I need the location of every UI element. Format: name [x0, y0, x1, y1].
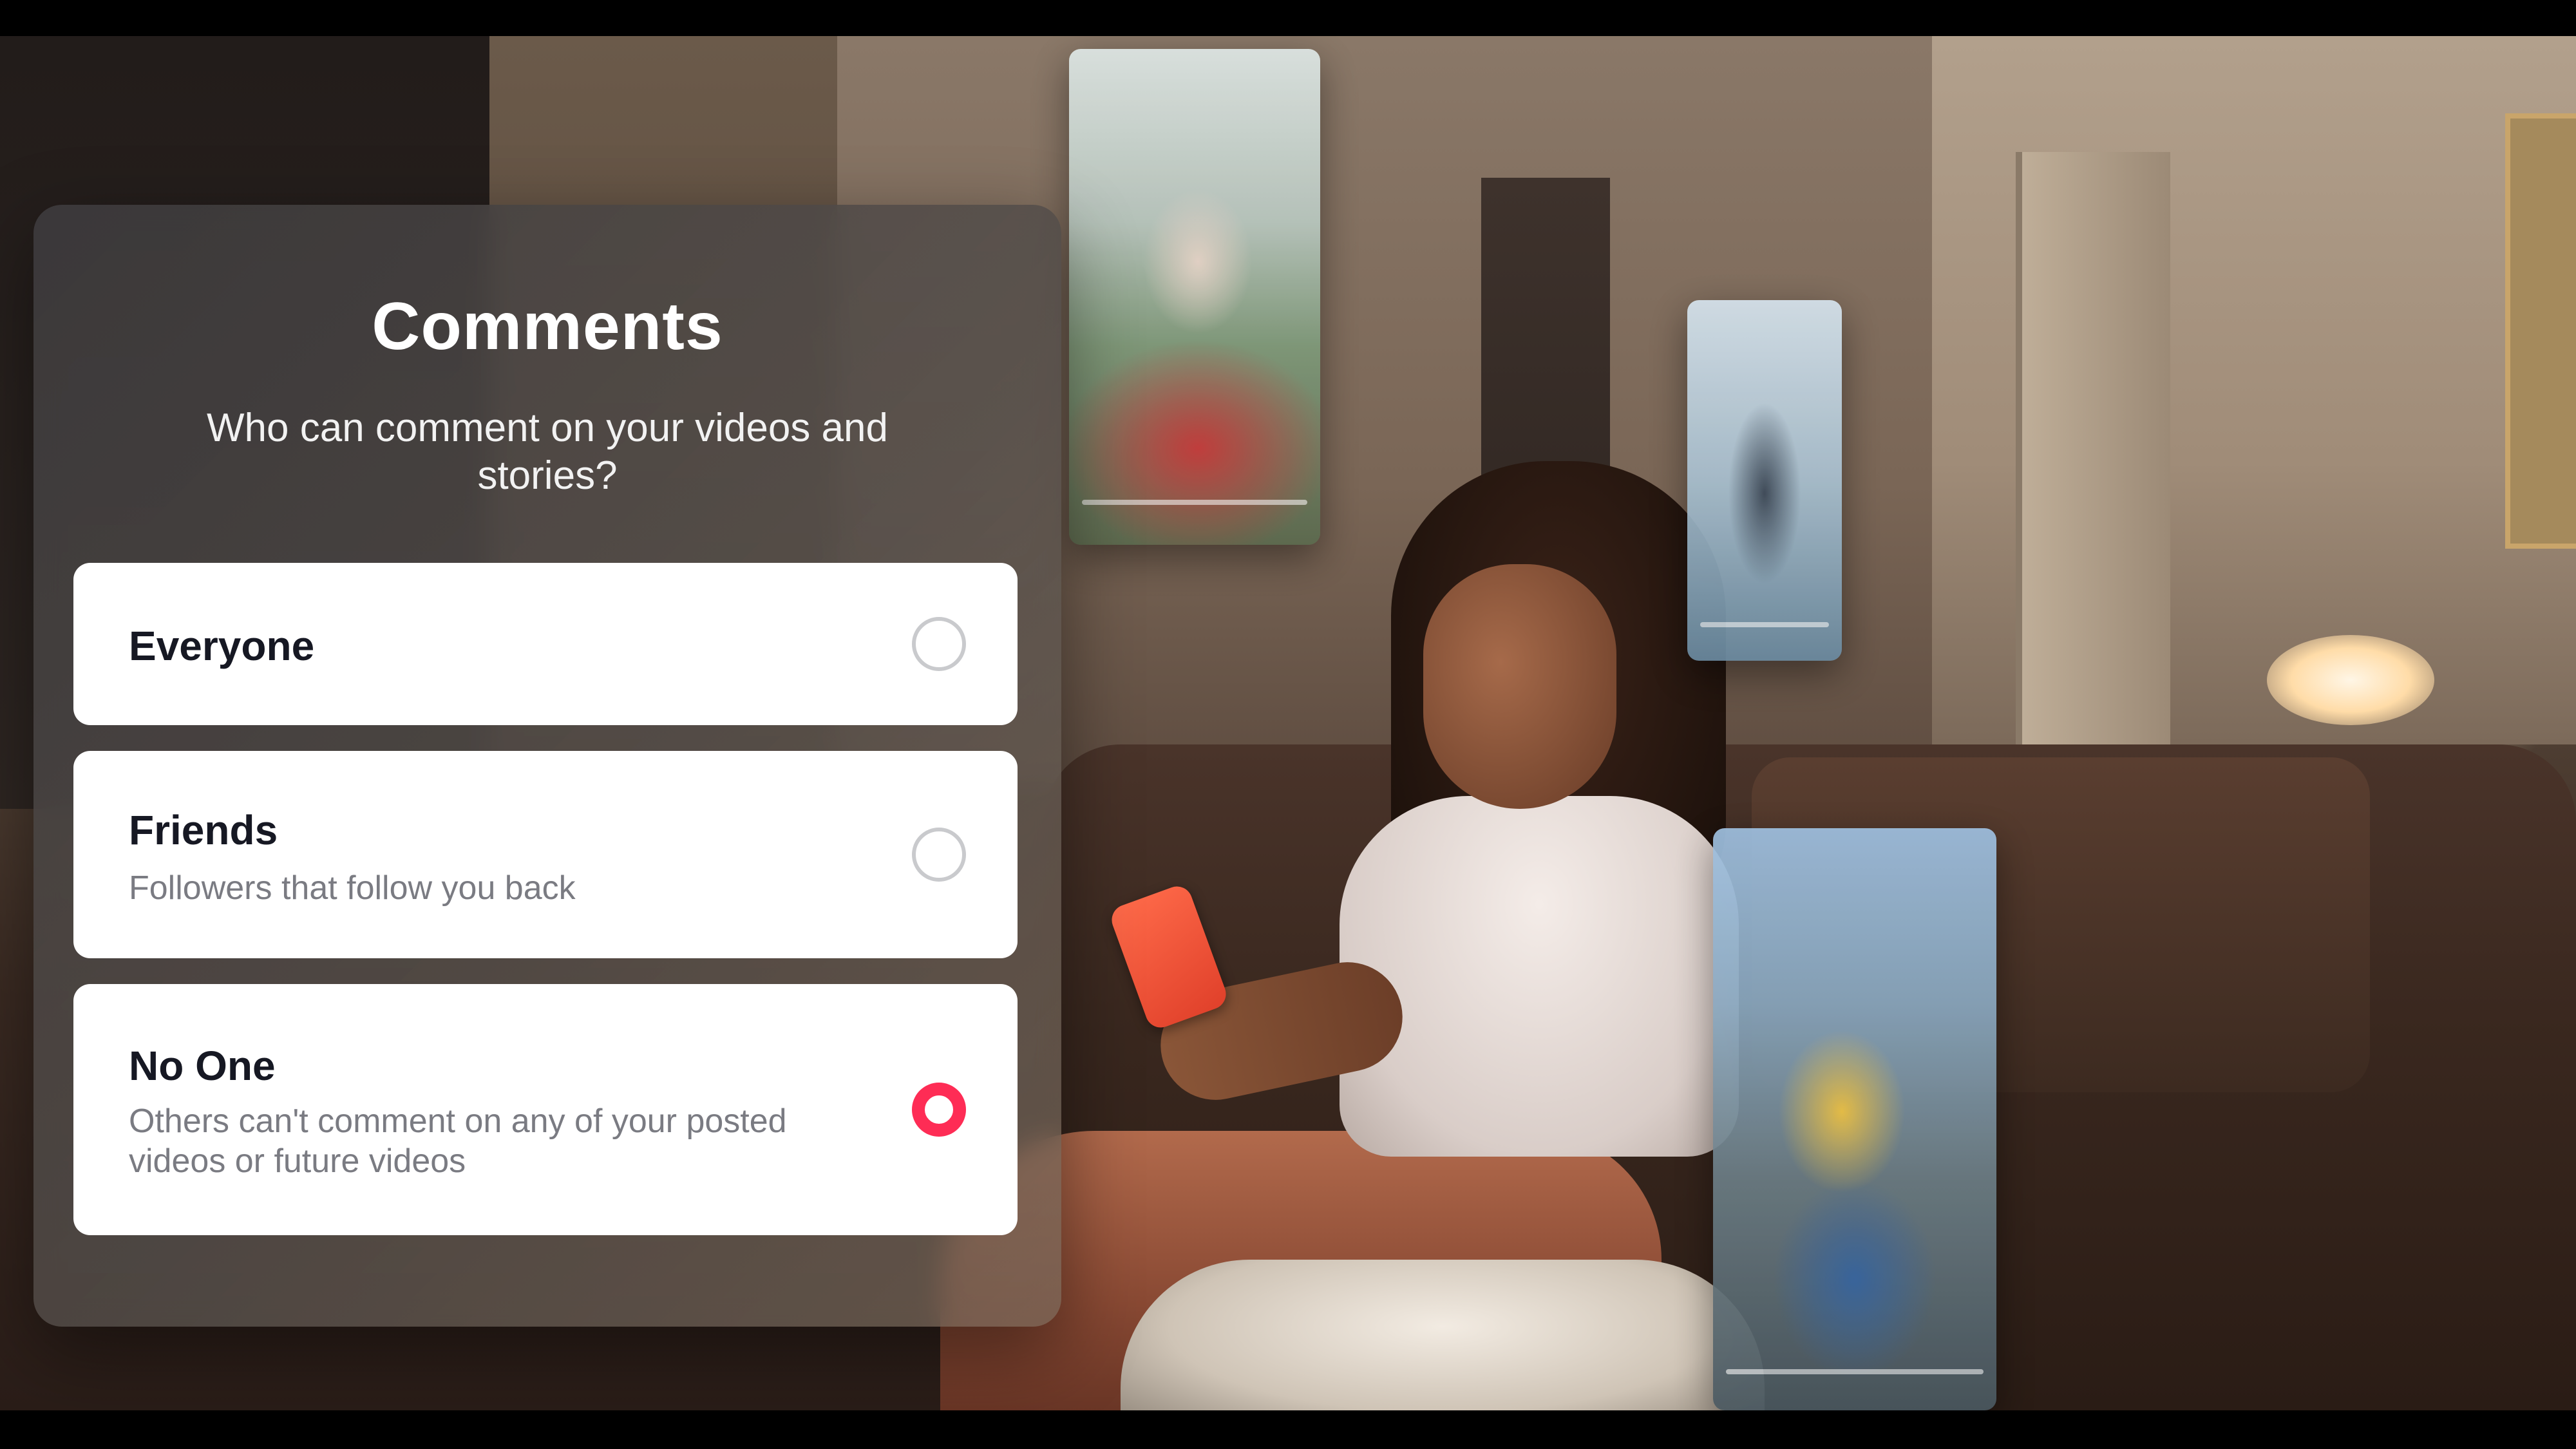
- radio-unselected-icon[interactable]: [912, 617, 966, 671]
- option-description: Others can't comment on any of your post…: [129, 1103, 787, 1180]
- option-everyone[interactable]: Everyone: [73, 563, 1018, 725]
- option-label: Everyone: [129, 623, 315, 669]
- lamp-glow: [2267, 635, 2434, 725]
- panel-title: Comments: [372, 289, 723, 364]
- option-label: No One: [129, 1043, 276, 1089]
- floating-video-panel-flowers[interactable]: [1069, 49, 1320, 545]
- option-no-one[interactable]: No One Others can't comment on any of yo…: [73, 984, 1018, 1235]
- video-progress-bar: [1726, 1369, 1984, 1374]
- blanket: [1121, 1260, 1765, 1410]
- option-description: Followers that follow you back: [129, 869, 576, 907]
- radio-selected-icon[interactable]: [912, 1083, 966, 1137]
- option-friends[interactable]: Friends Followers that follow you back: [73, 751, 1018, 958]
- floating-video-panel-dance[interactable]: [1713, 828, 1996, 1410]
- radio-unselected-icon[interactable]: [912, 828, 966, 882]
- person-face: [1423, 564, 1616, 809]
- panel-subtitle: Who can comment on your videos and stori…: [207, 406, 888, 498]
- letterbox-bottom: [0, 1410, 2576, 1449]
- comments-settings-panel: Comments Who can comment on your videos …: [33, 205, 1061, 1327]
- person-shirt: [1340, 796, 1739, 1157]
- door: [2016, 152, 2170, 744]
- picture-frame: [2505, 113, 2576, 549]
- letterbox-top: [0, 0, 2576, 36]
- video-progress-bar: [1082, 500, 1307, 505]
- floating-video-panel-climbing[interactable]: [1687, 300, 1842, 661]
- video-progress-bar: [1700, 622, 1829, 627]
- option-label: Friends: [129, 807, 278, 853]
